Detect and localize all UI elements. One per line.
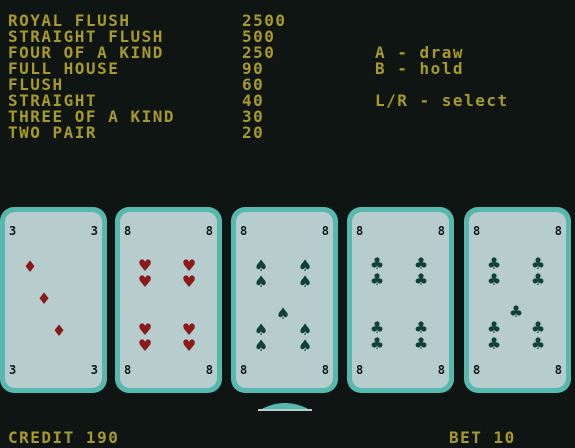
club-pip-icon: ♣ xyxy=(413,334,429,353)
heart-pip-icon: ♥ xyxy=(137,336,153,355)
club-pip-icon: ♣ xyxy=(369,270,385,289)
card-rank: 8 xyxy=(205,224,213,238)
club-pip-icon: ♣ xyxy=(530,270,546,289)
card-face: 8 8 8 8 ♣ ♣ ♣ ♣ ♣ ♣ ♣ ♣ xyxy=(352,212,449,388)
card-rank: 3 xyxy=(9,363,17,377)
card-1[interactable]: 3 3 3 3 ♦ ♦ ♦ xyxy=(0,207,107,393)
card-rank: 8 xyxy=(205,363,213,377)
card-face: 8 8 8 8 ♥ ♥ ♥ ♥ ♥ ♥ ♥ ♥ xyxy=(120,212,217,388)
club-pip-icon: ♣ xyxy=(413,270,429,289)
card-rank: 8 xyxy=(321,363,329,377)
diamond-pip-icon: ♦ xyxy=(51,321,67,340)
hold-hint: B - hold xyxy=(375,59,465,78)
heart-pip-icon: ♥ xyxy=(137,272,153,291)
spade-pip-icon: ♠ xyxy=(253,336,269,355)
card-rank: 8 xyxy=(124,224,132,238)
spade-pip-icon: ♠ xyxy=(275,304,291,323)
card-rank: 8 xyxy=(554,363,562,377)
card-rank: 8 xyxy=(321,224,329,238)
game-screen: ROYAL FLUSH 2500 STRAIGHT FLUSH 500 FOUR… xyxy=(0,0,575,448)
bet-display: BET 10 xyxy=(449,428,516,447)
club-pip-icon: ♣ xyxy=(369,334,385,353)
card-face: 3 3 3 3 ♦ ♦ ♦ xyxy=(5,212,102,388)
spade-pip-icon: ♠ xyxy=(253,272,269,291)
club-pip-icon: ♣ xyxy=(530,334,546,353)
club-pip-icon: ♣ xyxy=(486,270,502,289)
card-rank: 8 xyxy=(473,224,481,238)
card-2[interactable]: 8 8 8 8 ♥ ♥ ♥ ♥ ♥ ♥ ♥ ♥ xyxy=(115,207,222,393)
card-4[interactable]: 8 8 8 8 ♣ ♣ ♣ ♣ ♣ ♣ ♣ ♣ xyxy=(347,207,454,393)
card-rank: 8 xyxy=(356,363,364,377)
diamond-pip-icon: ♦ xyxy=(36,289,52,308)
card-rank: 8 xyxy=(124,363,132,377)
paytable-hand: TWO PAIR xyxy=(8,123,98,142)
club-pip-icon: ♣ xyxy=(486,334,502,353)
card-5[interactable]: 8 8 8 8 ♣ ♣ ♣ ♣ ♣ ♣ ♣ ♣ ♣ xyxy=(464,207,571,393)
diamond-pip-icon: ♦ xyxy=(22,257,38,276)
paytable-row: TWO PAIR 20 xyxy=(8,125,328,141)
card-rank: 3 xyxy=(90,224,98,238)
card-rank: 3 xyxy=(9,224,17,238)
select-hint: L/R - select xyxy=(375,91,509,110)
paytable-payout: 20 xyxy=(242,123,265,142)
card-face: 8 8 8 8 ♠ ♠ ♠ ♠ ♠ ♠ ♠ ♠ ♠ xyxy=(236,212,333,388)
heart-pip-icon: ♥ xyxy=(181,272,197,291)
card-3[interactable]: 8 8 8 8 ♠ ♠ ♠ ♠ ♠ ♠ ♠ ♠ ♠ xyxy=(231,207,338,393)
card-rank: 8 xyxy=(240,224,248,238)
spade-pip-icon: ♠ xyxy=(297,272,313,291)
card-rank: 8 xyxy=(473,363,481,377)
club-pip-icon: ♣ xyxy=(508,302,524,321)
card-rank: 8 xyxy=(356,224,364,238)
card-rank: 3 xyxy=(90,363,98,377)
card-rank: 8 xyxy=(437,363,445,377)
card-rank: 8 xyxy=(437,224,445,238)
card-face: 8 8 8 8 ♣ ♣ ♣ ♣ ♣ ♣ ♣ ♣ ♣ xyxy=(469,212,566,388)
credit-display: CREDIT 190 xyxy=(8,428,120,447)
card-rank: 8 xyxy=(554,224,562,238)
heart-pip-icon: ♥ xyxy=(181,336,197,355)
spade-pip-icon: ♠ xyxy=(297,336,313,355)
card-rank: 8 xyxy=(240,363,248,377)
card-selector-arrow xyxy=(258,403,312,411)
